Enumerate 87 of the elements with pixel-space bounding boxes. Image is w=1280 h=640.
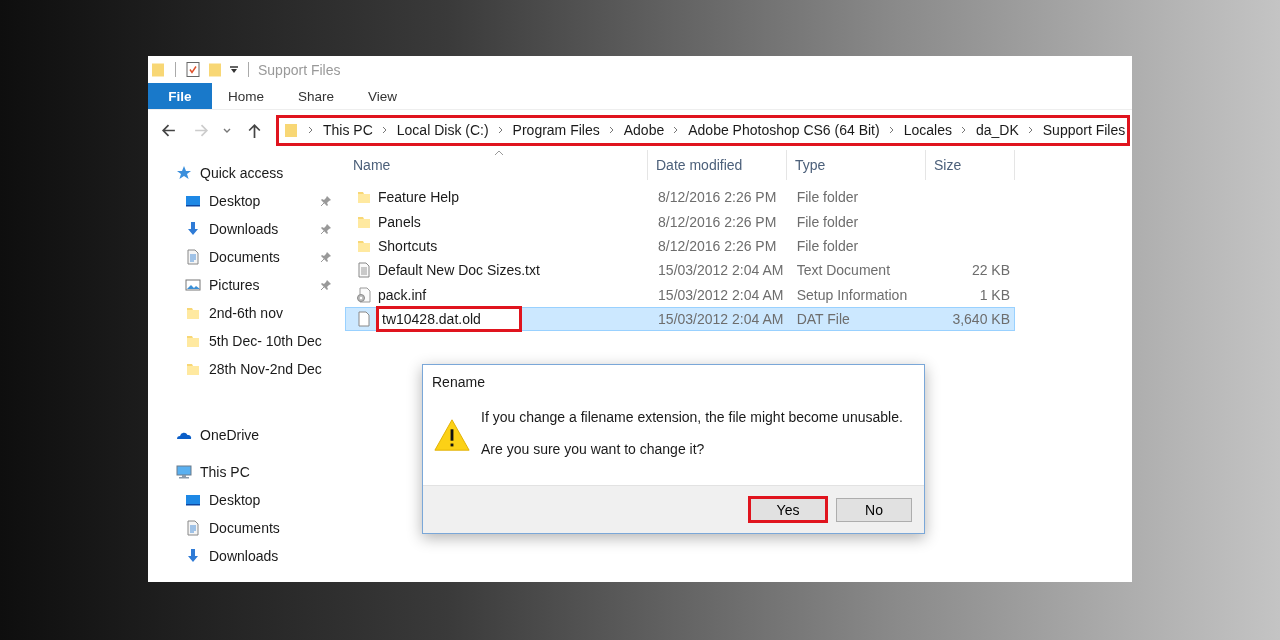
properties-icon[interactable] — [185, 61, 201, 78]
breadcrumb-item[interactable]: Adobe — [623, 122, 665, 138]
file-row[interactable]: Feature Help 8/12/2016 2:26 PM File folder — [345, 185, 1015, 210]
file-name: Default New Doc Sizes.txt — [378, 262, 540, 279]
file-row[interactable]: Panels 8/12/2016 2:26 PM File folder — [345, 209, 1015, 234]
ribbon-tab[interactable]: Share — [282, 83, 351, 109]
settings-file-icon — [356, 286, 372, 303]
file-name: pack.inf — [378, 286, 427, 303]
type-cell-text: Setup Information — [795, 286, 909, 303]
breadcrumb-item[interactable]: da_DK — [975, 122, 1019, 138]
date-cell-text: 8/12/2016 2:26 PM — [657, 213, 778, 230]
size-cell: 22 KB — [971, 262, 1010, 279]
star-icon — [176, 164, 192, 181]
type-cell-text: DAT File — [795, 311, 851, 328]
file-name: Shortcuts — [378, 237, 438, 254]
text-file-icon — [356, 262, 372, 279]
breadcrumb-item[interactable]: Program Files — [512, 122, 600, 138]
chevron-right-icon — [607, 126, 616, 134]
chevron-right-icon — [959, 126, 968, 134]
sidebar-item[interactable]: Downloads — [176, 542, 333, 570]
sidebar-item[interactable]: Pictures — [176, 271, 333, 299]
computer-icon — [176, 463, 192, 480]
column-header[interactable]: Name — [345, 150, 648, 180]
size-cell: 1 KB — [979, 286, 1010, 303]
file-name: Feature Help — [378, 189, 459, 206]
dialog-title: Rename — [431, 373, 486, 392]
chevron-right-icon — [307, 126, 315, 134]
warning-icon — [433, 417, 471, 453]
breadcrumb-item[interactable]: This PC — [323, 122, 373, 138]
column-header[interactable]: Type — [787, 150, 926, 180]
breadcrumb-item[interactable]: Locales — [903, 122, 952, 138]
chevron-right-icon — [887, 126, 896, 134]
chevron-right-icon — [1026, 126, 1035, 134]
desktop-icon — [185, 193, 201, 209]
type-cell-text: File folder — [795, 213, 860, 230]
sidebar-item[interactable]: 5th Dec- 10th Dec — [176, 327, 333, 355]
file-row[interactable]: Default New Doc Sizes.txt 15/03/2012 2:04 AM Text Document 22 KB — [345, 258, 1015, 283]
sidebar-item[interactable]: Documents — [176, 514, 333, 542]
sidebar-item[interactable]: Documents — [176, 243, 333, 271]
sidebar-item[interactable]: Quick access — [176, 158, 333, 187]
date-cell-text: 8/12/2016 2:26 PM — [657, 189, 778, 206]
date-cell-text: 15/03/2012 2:04 AM — [657, 311, 785, 328]
column-header[interactable]: Date modified — [648, 150, 787, 180]
type-cell-text: Text Document — [795, 262, 892, 279]
date-cell-text: 8/12/2016 2:26 PM — [657, 237, 778, 254]
document-icon — [185, 520, 201, 536]
date-cell-text: 15/03/2012 2:04 AM — [657, 286, 785, 303]
type-cell-text: File folder — [795, 237, 860, 254]
column-header[interactable]: Size — [926, 150, 1015, 180]
chevron-right-icon — [496, 126, 505, 134]
download-icon — [185, 221, 201, 237]
breadcrumb-item[interactable]: Support Files — [1042, 122, 1126, 138]
document-icon — [185, 249, 201, 265]
sidebar-item[interactable]: Downloads — [176, 215, 333, 243]
breadcrumb-item[interactable]: Local Disk (C:) — [396, 122, 489, 138]
sidebar-item[interactable]: 2nd-6th nov — [176, 299, 333, 327]
dropdown-icon[interactable] — [229, 64, 239, 75]
sidebar-item[interactable]: 28th Nov-2nd Dec — [176, 355, 333, 383]
sidebar-item[interactable]: Desktop — [176, 187, 333, 215]
dialog-question: Are you sure you want to change it? — [481, 441, 706, 457]
rename-field[interactable]: tw10428.dat.old — [376, 306, 522, 333]
pictures-icon — [185, 277, 201, 293]
ribbon-tab[interactable]: File — [148, 83, 212, 109]
file-icon — [356, 311, 372, 328]
dialog-message: If you change a filename extension, the file might become unusable. — [481, 409, 903, 425]
type-cell-text: File folder — [795, 189, 860, 206]
sort-caret-icon — [494, 150, 504, 156]
file-row[interactable]: tw10428.dat.old 15/03/2012 2:04 AM DAT File 3,640 KB — [345, 306, 1015, 332]
sidebar-item[interactable]: Desktop — [176, 486, 333, 514]
window-title: Support Files — [258, 61, 341, 78]
dialog-button[interactable]: Yes — [748, 496, 828, 523]
address-bar[interactable]: This PC Local Disk (C:) Program Files Adobe Adobe Photoshop CS6 (64 Bit) Locales da_DK Support Files — [276, 114, 1130, 146]
file-row[interactable]: Shortcuts 8/12/2016 2:26 PM File folder — [345, 233, 1015, 259]
file-row[interactable]: pack.inf 15/03/2012 2:04 AM Setup Information 1 KB — [345, 282, 1015, 307]
ribbon-tab[interactable]: Home — [212, 83, 280, 109]
size-cell: 3,640 KB — [952, 311, 1010, 328]
desktop-icon — [185, 492, 201, 508]
breadcrumb-item[interactable]: Adobe Photoshop CS6 (64 Bit) — [688, 122, 880, 138]
sidebar-item[interactable]: This PC — [176, 457, 333, 486]
file-name: Panels — [378, 213, 421, 230]
date-cell-text: 15/03/2012 2:04 AM — [657, 262, 785, 279]
ribbon-tab[interactable]: View — [352, 83, 414, 109]
download-icon — [185, 548, 201, 564]
sidebar-item[interactable]: OneDrive — [176, 420, 333, 449]
up-arrow-icon[interactable] — [246, 121, 263, 139]
dialog-button[interactable]: No — [836, 497, 912, 522]
chevron-right-icon — [380, 126, 389, 134]
